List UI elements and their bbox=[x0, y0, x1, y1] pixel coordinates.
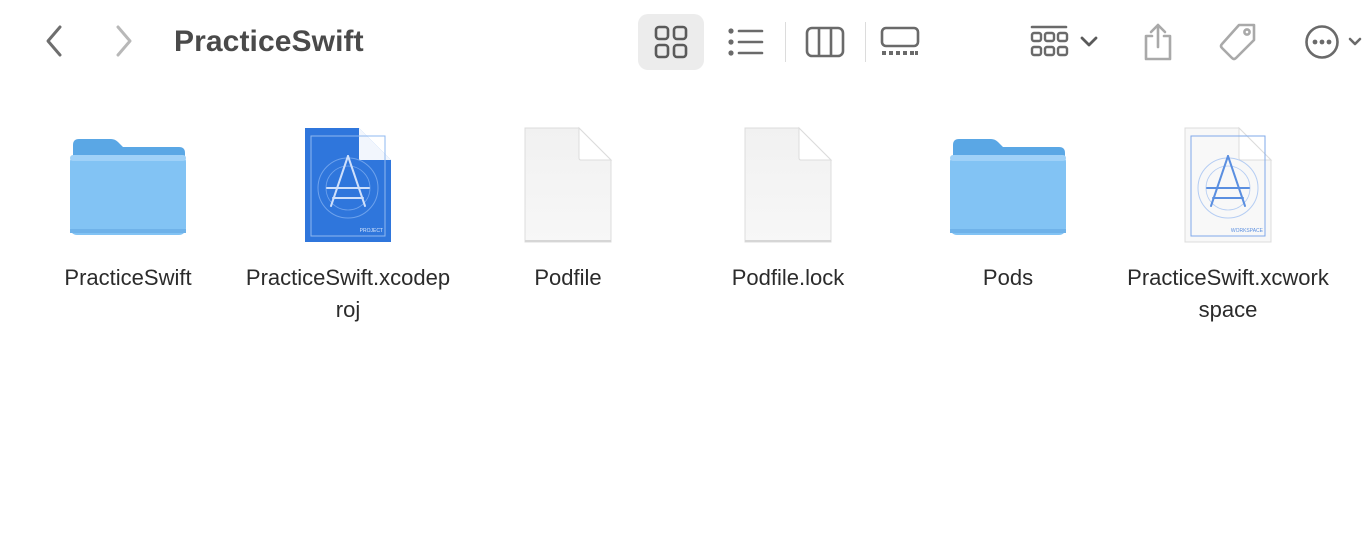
file-name: Pods bbox=[982, 265, 1034, 290]
list-icon bbox=[728, 28, 764, 56]
column-view-button[interactable] bbox=[797, 14, 853, 70]
project-badge: PROJECT bbox=[360, 228, 383, 234]
tag-button[interactable] bbox=[1212, 14, 1264, 70]
file-name: Podfile.lock bbox=[731, 265, 845, 290]
group-button[interactable] bbox=[1024, 14, 1104, 70]
document-icon bbox=[524, 126, 613, 243]
list-view-button[interactable] bbox=[718, 14, 774, 70]
gallery-view-button[interactable] bbox=[872, 14, 928, 70]
file-item[interactable]: Podfile bbox=[458, 120, 678, 294]
document-icon bbox=[744, 126, 833, 243]
window-title: PracticeSwift bbox=[174, 25, 364, 58]
toolbar-separator bbox=[865, 22, 866, 62]
chevron-down-icon bbox=[1348, 37, 1362, 46]
xcworkspace-icon: WORKSPACE bbox=[1184, 126, 1273, 243]
file-item[interactable]: PracticeSwift bbox=[18, 120, 238, 294]
grid-icon bbox=[654, 25, 688, 59]
file-name: Podfile bbox=[534, 265, 602, 290]
toolbar: PracticeSwift bbox=[0, 0, 1366, 84]
tag-icon bbox=[1219, 23, 1256, 61]
share-icon bbox=[1144, 23, 1172, 61]
group-icon bbox=[1030, 25, 1069, 57]
workspace-badge: WORKSPACE bbox=[1231, 228, 1264, 234]
back-button[interactable] bbox=[36, 19, 72, 63]
finder-window: PracticeSwift PracticeSwift PROJECT Prac… bbox=[0, 0, 1366, 536]
more-button[interactable] bbox=[1298, 14, 1366, 70]
chevron-down-icon bbox=[1080, 36, 1098, 47]
share-button[interactable] bbox=[1134, 14, 1182, 70]
gallery-icon bbox=[880, 26, 920, 55]
forward-button[interactable] bbox=[106, 19, 142, 63]
file-name: PracticeSwift.xcodeproj bbox=[245, 265, 451, 322]
chevron-right-icon bbox=[116, 25, 132, 57]
more-icon bbox=[1305, 25, 1339, 59]
file-item[interactable]: Pods bbox=[898, 120, 1118, 294]
file-name: PracticeSwift bbox=[64, 265, 192, 290]
columns-icon bbox=[805, 26, 845, 58]
xcodeproj-icon: PROJECT bbox=[305, 128, 391, 242]
file-item[interactable]: PROJECT PracticeSwift.xcodeproj bbox=[238, 120, 458, 326]
toolbar-separator bbox=[785, 22, 786, 62]
chevron-left-icon bbox=[46, 25, 62, 57]
folder-icon bbox=[950, 139, 1066, 235]
file-name: PracticeSwift.xcworkspace bbox=[1127, 265, 1329, 322]
file-item[interactable]: WORKSPACE PracticeSwift.xcworkspace bbox=[1118, 120, 1338, 326]
icon-view-button[interactable] bbox=[638, 14, 704, 70]
file-item[interactable]: Podfile.lock bbox=[678, 120, 898, 294]
folder-icon bbox=[70, 139, 186, 235]
